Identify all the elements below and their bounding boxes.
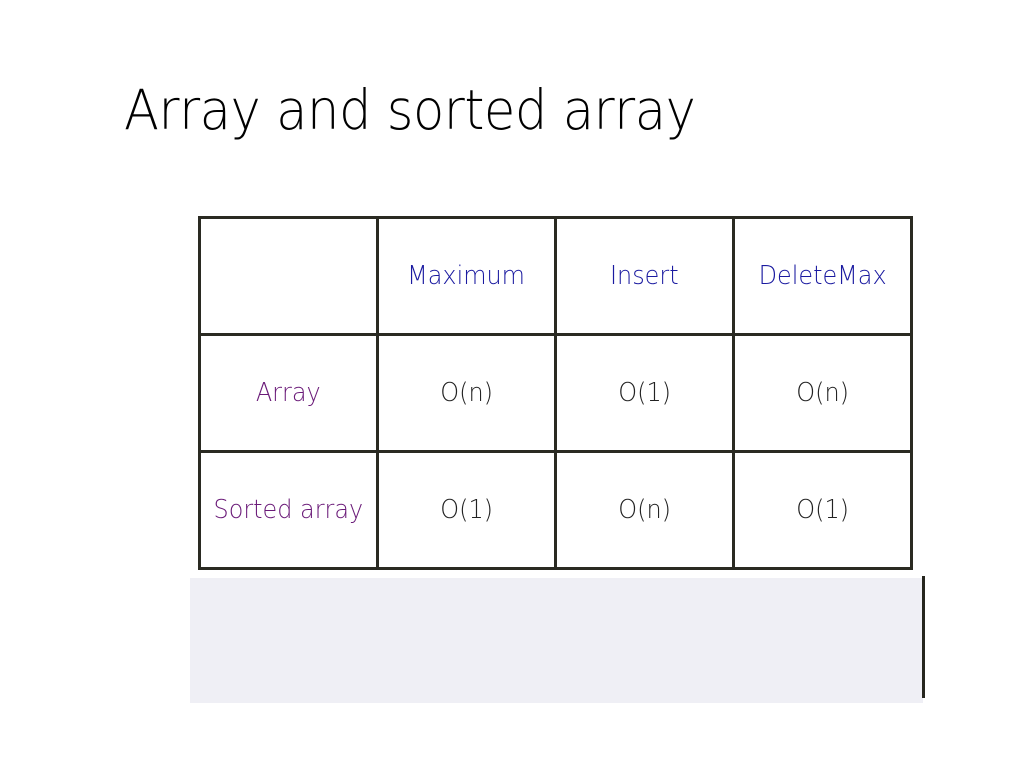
column-header-maximum: Maximum (376, 216, 557, 336)
row-label-sorted-array: Sorted array (198, 450, 379, 570)
table-cell: O(1) (376, 450, 557, 570)
table-cell: O(1) (732, 450, 913, 570)
table-corner-cell (198, 216, 379, 336)
column-header-insert: Insert (554, 216, 735, 336)
panel-border (922, 576, 925, 698)
complexity-table: Maximum Insert DeleteMax Array O(n) O(1)… (198, 216, 913, 570)
slide-title: Array and sorted array (124, 78, 696, 142)
table-cell: O(n) (376, 333, 557, 453)
row-label-array: Array (198, 333, 379, 453)
table-cell: O(n) (554, 450, 735, 570)
gray-panel (190, 578, 923, 703)
column-header-deletemax: DeleteMax (732, 216, 913, 336)
table-cell: O(n) (732, 333, 913, 453)
table-row: Sorted array O(1) O(n) O(1) (198, 450, 913, 570)
table-row: Array O(n) O(1) O(n) (198, 333, 913, 453)
table-cell: O(1) (554, 333, 735, 453)
table-header-row: Maximum Insert DeleteMax (198, 216, 913, 336)
